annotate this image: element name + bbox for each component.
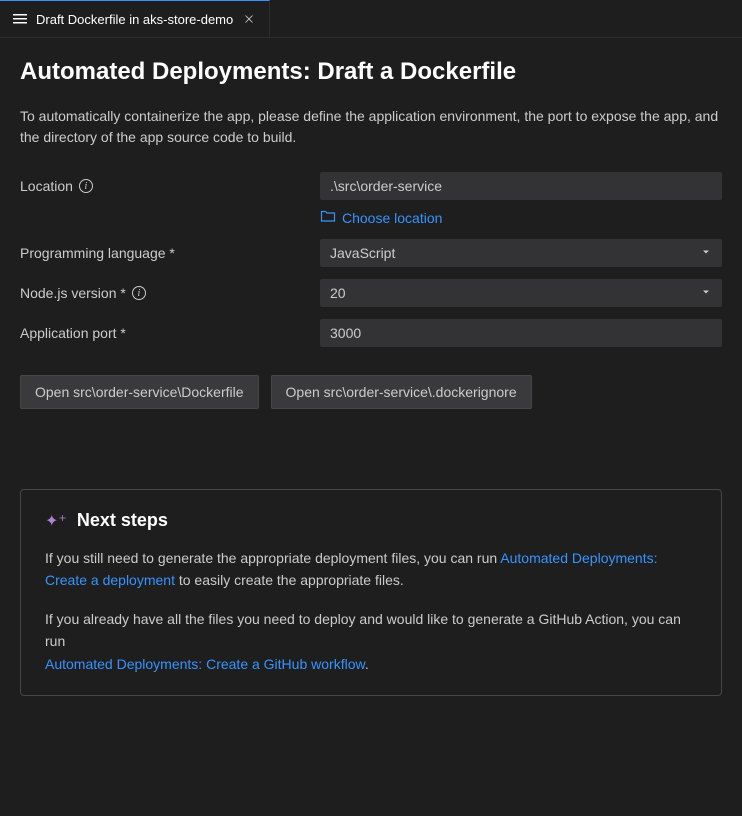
folder-icon: [320, 208, 336, 227]
next-steps-para1: If you still need to generate the approp…: [45, 547, 697, 592]
next-steps-title: Next steps: [77, 510, 168, 531]
close-icon[interactable]: [241, 11, 257, 27]
language-select[interactable]: JavaScript: [320, 239, 722, 267]
node-version-row: Node.js version * i 20: [20, 279, 722, 307]
language-label: Programming language *: [20, 239, 320, 261]
tab-bar: Draft Dockerfile in aks-store-demo: [0, 0, 742, 38]
info-icon[interactable]: i: [79, 179, 93, 193]
page-title: Automated Deployments: Draft a Dockerfil…: [20, 58, 722, 86]
node-version-select[interactable]: 20: [320, 279, 722, 307]
tab-active[interactable]: Draft Dockerfile in aks-store-demo: [0, 0, 270, 37]
port-label: Application port *: [20, 319, 320, 341]
location-label: Location i: [20, 172, 320, 194]
location-input[interactable]: [320, 172, 722, 200]
next-steps-header: ✦⁺ Next steps: [45, 510, 697, 531]
open-dockerfile-button[interactable]: Open src\order-service\Dockerfile: [20, 375, 259, 409]
page-description: To automatically containerize the app, p…: [20, 106, 722, 148]
node-version-label: Node.js version * i: [20, 279, 320, 301]
next-steps-box: ✦⁺ Next steps If you still need to gener…: [20, 489, 722, 696]
menu-icon: [12, 11, 28, 27]
port-row: Application port *: [20, 319, 722, 347]
choose-location-link[interactable]: Choose location: [320, 208, 442, 227]
content-area: Automated Deployments: Draft a Dockerfil…: [0, 38, 742, 716]
next-steps-para2: If you already have all the files you ne…: [45, 608, 697, 675]
language-row: Programming language * JavaScript: [20, 239, 722, 267]
create-workflow-link[interactable]: Automated Deployments: Create a GitHub w…: [45, 656, 365, 672]
info-icon[interactable]: i: [132, 286, 146, 300]
button-row: Open src\order-service\Dockerfile Open s…: [20, 375, 722, 409]
port-input[interactable]: [320, 319, 722, 347]
tab-title: Draft Dockerfile in aks-store-demo: [36, 12, 233, 27]
location-row: Location i Choose location: [20, 172, 722, 227]
sparkle-icon: ✦⁺: [45, 511, 67, 531]
open-dockerignore-button[interactable]: Open src\order-service\.dockerignore: [271, 375, 532, 409]
